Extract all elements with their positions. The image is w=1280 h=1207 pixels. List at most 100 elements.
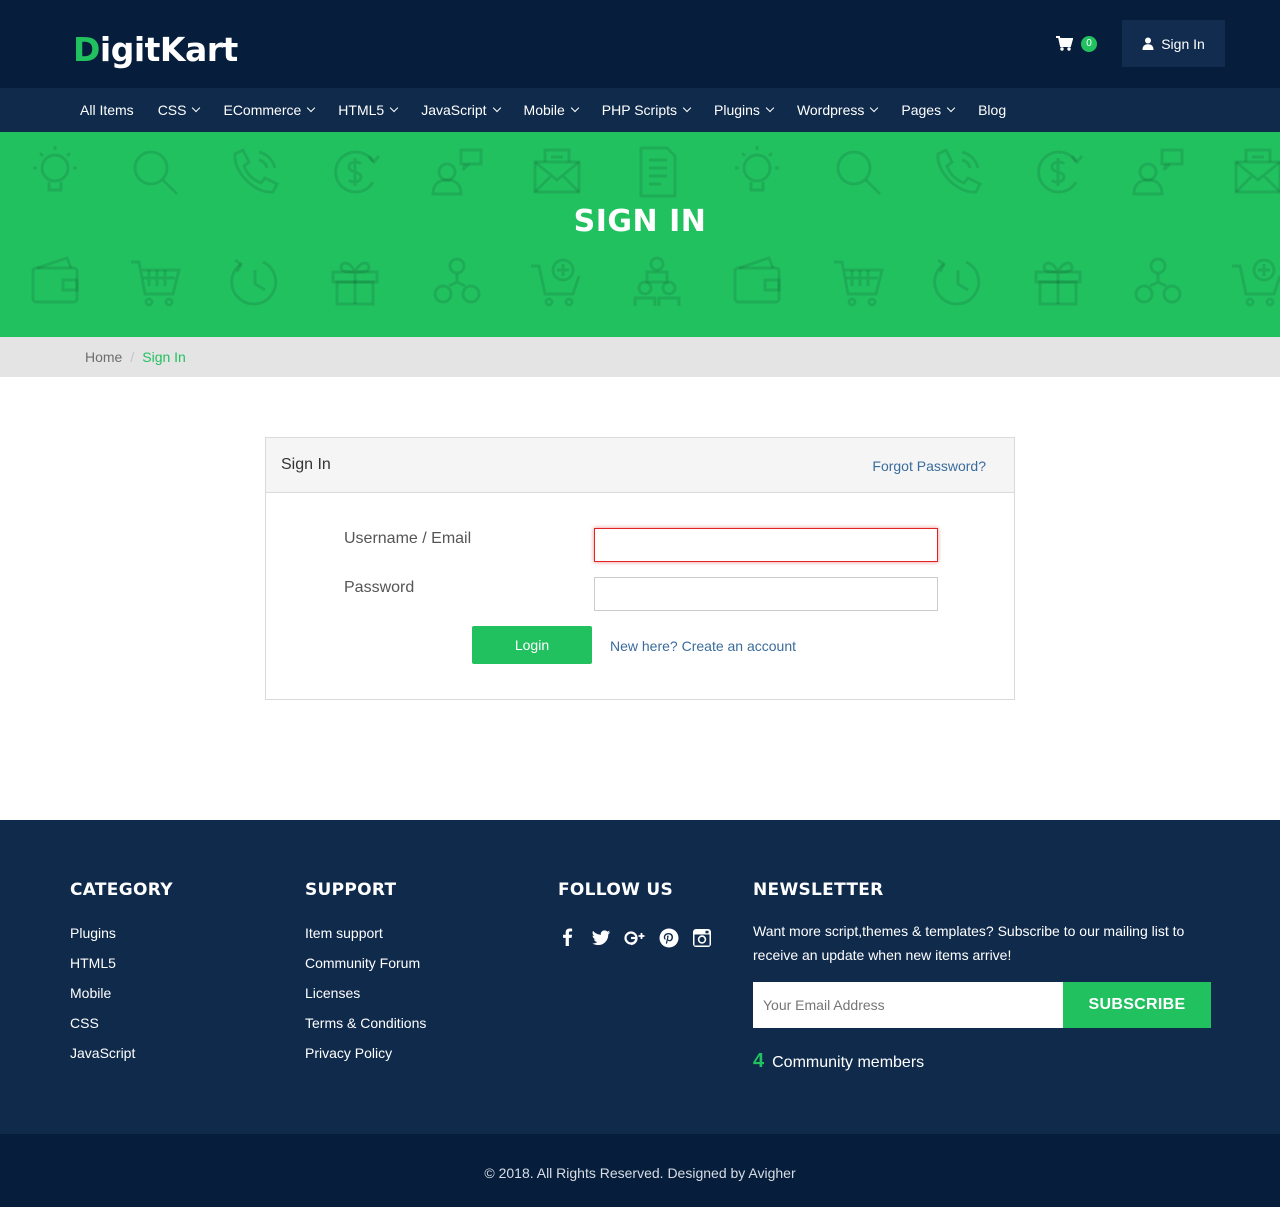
team-icon [633, 256, 681, 306]
cart-icon [131, 260, 181, 307]
nav-item-label: Pages [901, 102, 942, 118]
support-heading: SUPPORT [305, 880, 397, 900]
breadcrumb-separator: / [130, 349, 135, 365]
category-link[interactable]: Plugins [70, 925, 116, 941]
breadcrumb-current: Sign In [142, 349, 186, 365]
gift-icon [1034, 261, 1082, 306]
logo-initial: D [73, 30, 100, 69]
nav-item-all-items[interactable]: All Items [68, 88, 146, 132]
chevron-down-icon [870, 103, 879, 113]
main-nav: All Items CSS ECommerce HTML5 JavaScript Mobi… [0, 88, 1280, 132]
nav-item-label: CSS [157, 102, 187, 118]
support-link[interactable]: Item support [305, 925, 383, 941]
page-banner: SIGN IN [0, 132, 1280, 337]
forgot-password-link[interactable]: Forgot Password? [872, 458, 986, 474]
support-link[interactable]: Community Forum [305, 955, 420, 971]
bulb-icon [735, 146, 779, 192]
category-item: CSS [70, 1014, 173, 1044]
newsletter-form: SUBSCRIBE [753, 982, 1211, 1028]
twitter-icon[interactable] [591, 928, 611, 953]
footer: CATEGORY Plugins HTML5 Mobile CSS JavaScript… [0, 820, 1280, 1134]
community-label: Community members [772, 1054, 925, 1071]
page-title: SIGN IN [573, 204, 707, 239]
panel-header: Sign In Forgot Password? [266, 438, 1014, 493]
breadcrumb-home[interactable]: Home [85, 349, 122, 365]
footer-support: SUPPORT Item support Community Forum Licen… [305, 880, 426, 1074]
username-input[interactable] [594, 528, 938, 562]
copyright-bar: © 2018. All Rights Reserved. Designed by… [0, 1134, 1280, 1207]
category-link[interactable]: JavaScript [70, 1045, 135, 1061]
category-item: Plugins [70, 924, 173, 954]
nav-item-blog[interactable]: Blog [966, 88, 1018, 132]
support-item: Privacy Policy [305, 1044, 426, 1074]
login-button[interactable]: Login [472, 626, 592, 664]
signin-label: Sign In [1161, 35, 1205, 52]
mail-icon [1234, 148, 1280, 194]
community-members: 4 Community members [753, 1050, 924, 1073]
people-icon [433, 257, 481, 304]
create-account-link[interactable]: New here? Create an account [610, 638, 796, 654]
site-logo[interactable]: DigitKart [73, 30, 238, 70]
nav-item-php-scripts[interactable]: PHP Scripts [590, 88, 702, 132]
chevron-down-icon [682, 103, 692, 113]
logo-text: igitKart [99, 30, 238, 69]
nav-item-html5[interactable]: HTML5 [326, 88, 409, 132]
instagram-icon[interactable] [692, 928, 712, 953]
nav-item-css[interactable]: CSS [146, 88, 212, 132]
category-link[interactable]: Mobile [70, 985, 111, 1001]
chevron-down-icon [389, 103, 399, 113]
nav-item-ecommerce[interactable]: ECommerce [211, 88, 326, 132]
nav-item-pages[interactable]: Pages [889, 88, 966, 132]
nav-item-wordpress[interactable]: Wordpress [785, 88, 889, 132]
chevron-down-icon [492, 103, 501, 113]
nav-item-javascript[interactable]: JavaScript [409, 88, 511, 132]
support-list: Item support Community Forum Licenses Terms… [305, 924, 426, 1074]
cart-icon [834, 260, 884, 307]
follow-heading: FOLLOW US [558, 880, 673, 900]
community-count: 4 [753, 1050, 765, 1072]
pinterest-icon[interactable] [659, 928, 679, 953]
signin-panel: Sign In Forgot Password? Username / Emai… [265, 437, 1015, 700]
newsletter-email-input[interactable] [753, 982, 1063, 1028]
chat-icon [1132, 148, 1184, 196]
support-item: Terms & Conditions [305, 1014, 426, 1044]
password-input[interactable] [594, 577, 938, 611]
username-label: Username / Email [344, 530, 472, 547]
nav-item-plugins[interactable]: Plugins [702, 88, 785, 132]
google-plus-icon[interactable] [624, 928, 646, 953]
subscribe-button[interactable]: SUBSCRIBE [1063, 982, 1211, 1028]
wallet-icon [733, 256, 781, 304]
nav-item-label: HTML5 [338, 102, 385, 118]
newsletter-heading: NEWSLETTER [753, 880, 884, 900]
facebook-icon[interactable] [558, 928, 578, 953]
dollar-icon [1037, 150, 1084, 194]
phone-icon [233, 147, 280, 194]
cart-button[interactable]: 0 [1056, 33, 1098, 55]
people-icon [1134, 257, 1182, 304]
nav-list: All Items CSS ECommerce HTML5 JavaScript Mobi… [68, 88, 1018, 132]
nav-item-label: PHP Scripts [601, 102, 678, 118]
nav-item-label: ECommerce [223, 102, 302, 118]
clock-icon [230, 258, 278, 306]
nav-item-label: All Items [80, 102, 134, 118]
support-link[interactable]: Licenses [305, 985, 360, 1001]
category-link[interactable]: CSS [70, 1015, 99, 1031]
nav-item-label: Plugins [714, 102, 760, 118]
wallet-icon [31, 256, 79, 304]
top-header: DigitKart 0 Sign In [0, 0, 1280, 88]
shopping-cart-icon [1056, 36, 1073, 51]
category-item: JavaScript [70, 1044, 173, 1074]
support-item: Item support [305, 924, 426, 954]
support-link[interactable]: Privacy Policy [305, 1045, 392, 1061]
nav-item-mobile[interactable]: Mobile [512, 88, 590, 132]
header-signin-button[interactable]: Sign In [1122, 20, 1225, 67]
doc-icon [639, 146, 677, 198]
social-links [558, 928, 712, 953]
category-link[interactable]: HTML5 [70, 955, 116, 971]
copyright-text: © 2018. All Rights Reserved. Designed by… [484, 1165, 796, 1181]
footer-newsletter: NEWSLETTER Want more script,themes & tem… [753, 880, 1213, 1072]
nav-item-label: Wordpress [796, 102, 865, 118]
category-item: Mobile [70, 984, 173, 1014]
support-link[interactable]: Terms & Conditions [305, 1015, 426, 1031]
category-list: Plugins HTML5 Mobile CSS JavaScript [70, 924, 173, 1074]
